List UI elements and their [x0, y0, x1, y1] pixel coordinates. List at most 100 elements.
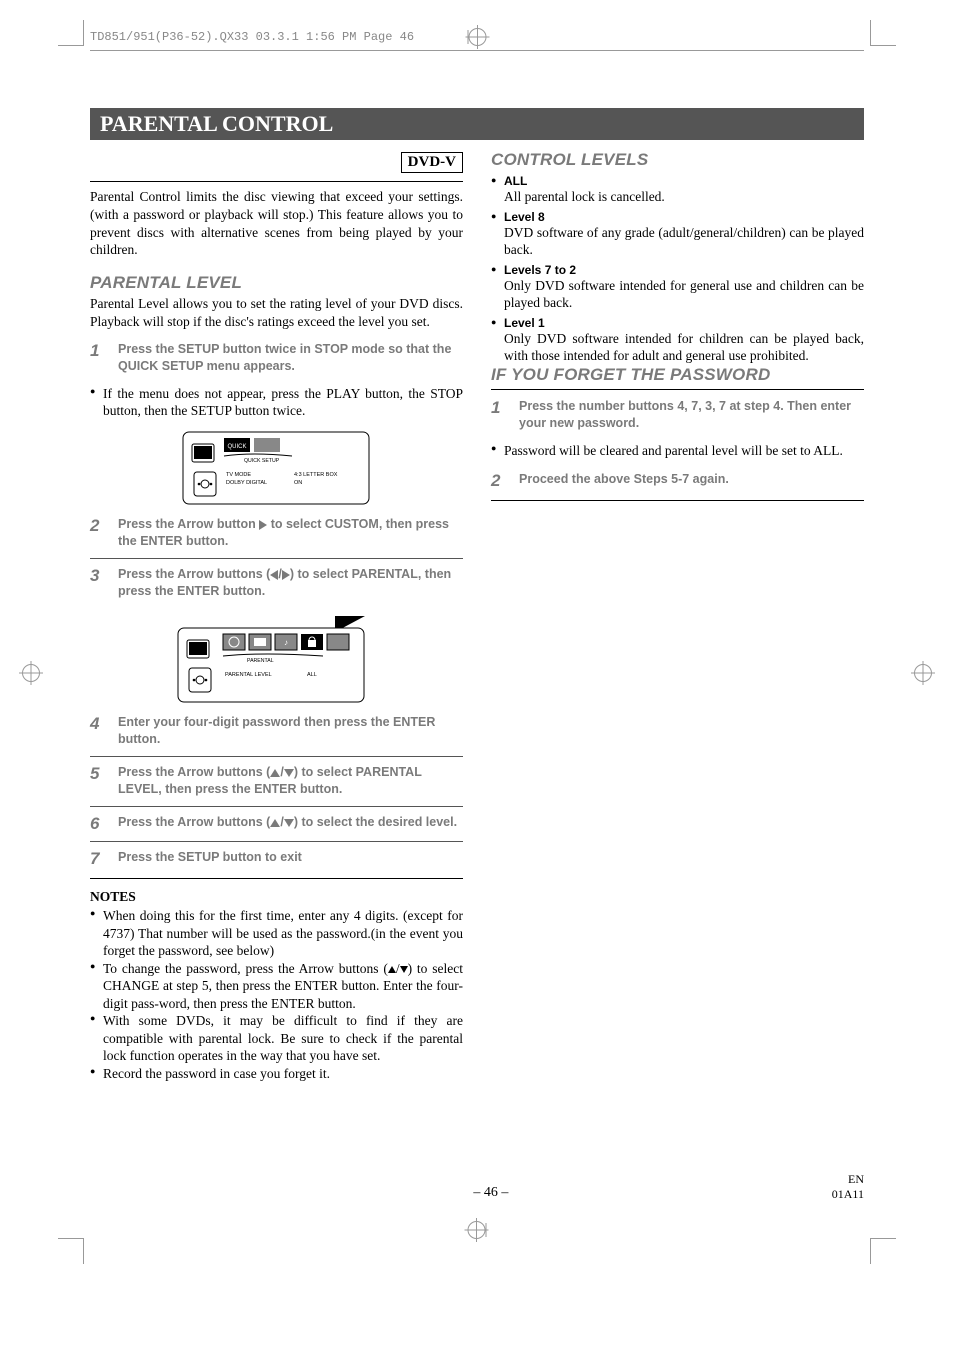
step-item: 3 Press the Arrow buttons (/) to select …	[90, 558, 463, 608]
footer-code-bot: 01A11	[832, 1187, 864, 1201]
control-level-body: Only DVD software intended for general u…	[491, 277, 864, 312]
step-number: 5	[90, 764, 108, 784]
step-number: 7	[90, 849, 108, 869]
rule	[491, 500, 864, 501]
step-item: 7 Press the SETUP button to exit	[90, 841, 463, 876]
control-level-body: DVD software of any grade (adult/general…	[491, 224, 864, 259]
page-number: – 46 –	[473, 1185, 508, 1201]
right-column: CONTROL LEVELS ALL All parental lock is …	[491, 150, 864, 507]
footer-code-top: EN	[848, 1172, 864, 1186]
title-banner-wrap: PARENTAL CONTROL	[90, 108, 864, 140]
bullet-item: If the menu does not appear, press the P…	[90, 385, 463, 420]
step-text: Proceed the above Steps 5-7 again.	[519, 471, 864, 489]
forgot-steps: 1 Press the number buttons 4, 7, 3, 7 at…	[491, 396, 864, 440]
register-mark-left	[22, 664, 40, 686]
control-levels-list: ALL All parental lock is cancelled. Leve…	[491, 174, 864, 365]
control-level-title: Level 1	[491, 316, 864, 330]
control-levels-head: CONTROL LEVELS	[491, 150, 864, 170]
notes-heading: NOTES	[90, 889, 463, 905]
step-item: 5 Press the Arrow buttons (/) to select …	[90, 756, 463, 806]
note-item: With some DVDs, it may be difficult to f…	[90, 1012, 463, 1065]
crosshair-icon	[469, 28, 487, 46]
rule	[90, 181, 463, 182]
left-arrow-icon	[270, 570, 278, 580]
step-number: 6	[90, 814, 108, 834]
svg-text:PARENTAL LEVEL: PARENTAL LEVEL	[225, 672, 272, 678]
rule	[491, 389, 864, 390]
step-number: 2	[90, 516, 108, 536]
outer-rule	[90, 50, 864, 53]
control-level-title: Level 8	[491, 210, 864, 224]
crosshair-icon	[468, 1221, 486, 1239]
step-text: Press the Arrow buttons (/) to select PA…	[118, 764, 463, 799]
control-level-title: ALL	[491, 174, 864, 188]
step-item: 2 Proceed the above Steps 5-7 again.	[491, 467, 864, 498]
up-arrow-icon	[270, 819, 280, 827]
notes-list: When doing this for the first time, ente…	[90, 907, 463, 1082]
control-level-body: Only DVD software intended for children …	[491, 330, 864, 365]
footer: – 46 – EN 01A11	[90, 1172, 864, 1201]
crosshair-icon	[914, 664, 932, 682]
note-item: Record the password in case you forget i…	[90, 1065, 463, 1083]
columns: DVD-V Parental Control limits the disc v…	[90, 150, 864, 1082]
title-banner: PARENTAL CONTROL	[90, 108, 864, 140]
intro-paragraph: Parental Control limits the disc viewing…	[90, 188, 463, 259]
parental-level-body: Parental Level allows you to set the rat…	[90, 295, 463, 331]
crop-mark	[870, 20, 896, 46]
crosshair-icon	[22, 664, 40, 682]
step-number: 4	[90, 714, 108, 734]
after-step-note: If the menu does not appear, press the P…	[90, 385, 463, 420]
step-text: Press the number buttons 4, 7, 3, 7 at s…	[519, 398, 864, 433]
osd-figure-1: QUICK QUICK SETUP TV MODE 4:3 LETTER BOX…	[182, 426, 372, 508]
crop-mark	[58, 20, 84, 46]
step-number: 1	[90, 341, 108, 361]
dvd-badge: DVD-V	[401, 152, 463, 173]
right-arrow-icon	[282, 570, 290, 580]
step-text: Press the Arrow buttons (/) to select PA…	[118, 566, 463, 601]
svg-text:ALL: ALL	[307, 672, 317, 678]
step-item: 4 Enter your four-digit password then pr…	[90, 710, 463, 756]
step-text: Press the SETUP button to exit	[118, 849, 463, 867]
step-number: 3	[90, 566, 108, 586]
crop-mark	[58, 1238, 84, 1264]
step-text: Press the Arrow button to select CUSTOM,…	[118, 516, 463, 551]
steps-list-cont2: 4 Enter your four-digit password then pr…	[90, 710, 463, 876]
steps-list-cont: 2 Press the Arrow button to select CUSTO…	[90, 512, 463, 608]
step-number: 1	[491, 398, 509, 418]
forgot-steps-2: 2 Proceed the above Steps 5-7 again.	[491, 467, 864, 498]
step-item: 1 Press the number buttons 4, 7, 3, 7 at…	[491, 396, 864, 440]
register-mark-bottom	[468, 1221, 487, 1239]
step-number: 2	[491, 471, 509, 491]
svg-text:ON: ON	[294, 480, 302, 486]
svg-text:DOLBY DIGITAL: DOLBY DIGITAL	[226, 480, 267, 486]
note-item: When doing this for the first time, ente…	[90, 907, 463, 960]
down-arrow-icon	[284, 819, 294, 827]
svg-text:PARENTAL: PARENTAL	[247, 658, 274, 664]
parental-level-head: PARENTAL LEVEL	[90, 273, 463, 293]
note-item: To change the password, press the Arrow …	[90, 960, 463, 1013]
osd-figure-2: ♪ PARENTAL PARENTAL LEVEL ALL	[177, 614, 377, 706]
svg-text:TV MODE: TV MODE	[226, 472, 251, 478]
up-arrow-icon	[270, 769, 280, 777]
left-column: DVD-V Parental Control limits the disc v…	[90, 150, 463, 1082]
step-item: 1 Press the SETUP button twice in STOP m…	[90, 337, 463, 383]
svg-text:QUICK: QUICK	[227, 444, 246, 450]
osd1-tab-label: QUICK SETUP	[244, 458, 280, 464]
up-arrow-icon	[388, 966, 396, 973]
control-level-title: Levels 7 to 2	[491, 263, 864, 277]
title-text: PARENTAL CONTROL	[100, 111, 333, 136]
step-text: Press the Arrow buttons (/) to select th…	[118, 814, 463, 832]
register-mark-right	[914, 664, 932, 686]
register-mark-top	[468, 28, 487, 46]
footer-code: EN 01A11	[832, 1172, 864, 1201]
right-arrow-icon	[259, 520, 267, 530]
svg-text:♪: ♪	[284, 638, 288, 647]
step-text: Enter your four-digit password then pres…	[118, 714, 463, 749]
control-level-body: All parental lock is cancelled.	[491, 188, 864, 206]
rule	[90, 878, 463, 879]
down-arrow-icon	[400, 966, 408, 973]
step-item: 6 Press the Arrow buttons (/) to select …	[90, 806, 463, 841]
page: TD851/951(P36-52).QX33 03.3.1 1:56 PM Pa…	[0, 0, 954, 1349]
bullet-item: Password will be cleared and parental le…	[491, 442, 864, 460]
step-item: 2 Press the Arrow button to select CUSTO…	[90, 512, 463, 558]
